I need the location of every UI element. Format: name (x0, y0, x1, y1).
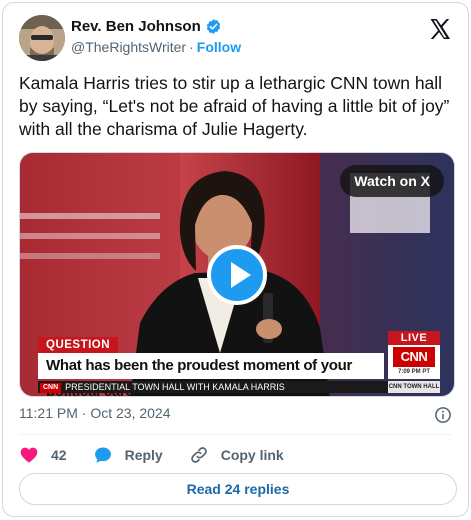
handle-separator: · (189, 39, 194, 55)
copy-link-label: Copy link (220, 447, 284, 463)
reply-button[interactable]: Reply (93, 445, 163, 465)
reply-bubble-icon (94, 447, 111, 463)
ticker-text: PRESIDENTIAL TOWN HALL WITH KAMALA HARRI… (65, 382, 285, 392)
play-icon[interactable] (207, 245, 267, 305)
x-logo-icon[interactable] (428, 17, 452, 41)
tweet-header: Rev. Ben Johnson @TheRightsWriter · Foll… (19, 15, 454, 63)
tweet-card: Rev. Ben Johnson @TheRightsWriter · Foll… (2, 2, 469, 517)
broadcast-time: 7:09 PM PT (397, 369, 430, 375)
author-name[interactable]: Rev. Ben Johnson (71, 18, 201, 35)
link-icon (190, 447, 207, 463)
divider (19, 434, 452, 435)
action-bar: 42 Reply Copy link (19, 443, 310, 467)
live-badge: LIVE (388, 331, 440, 345)
verified-badge-icon (206, 19, 220, 34)
reply-label: Reply (124, 447, 163, 463)
author-name-row: Rev. Ben Johnson (71, 18, 222, 35)
like-button[interactable]: 42 (19, 445, 67, 465)
author-handle-row: @TheRightsWriter · Follow (71, 39, 241, 55)
follow-button[interactable]: Follow (197, 39, 241, 55)
avatar[interactable] (19, 15, 65, 61)
news-lower-third: QUESTION What has been the proudest mome… (20, 331, 454, 396)
cnn-logo: CNN (393, 347, 435, 367)
read-replies-button[interactable]: Read 24 replies (19, 473, 457, 505)
question-caption: What has been the proudest moment of you… (38, 353, 384, 396)
question-tag: QUESTION (38, 337, 119, 353)
heart-icon (20, 447, 38, 463)
author-handle[interactable]: @TheRightsWriter (71, 39, 186, 55)
like-count: 42 (51, 447, 67, 463)
video-player[interactable]: Watch on X QUESTION What has been the pr… (19, 152, 455, 397)
news-ticker: CNN PRESIDENTIAL TOWN HALL WITH KAMALA HA… (38, 381, 440, 393)
info-icon[interactable] (434, 406, 452, 424)
ticker-right-label: CNN TOWN HALL (388, 381, 440, 393)
copy-link-button[interactable]: Copy link (189, 445, 284, 465)
network-logo-box: CNN 7:09 PM PT (388, 345, 440, 379)
tweet-text: Kamala Harris tries to stir up a letharg… (19, 73, 450, 139)
tweet-timestamp[interactable]: 11:21 PM · Oct 23, 2024 (19, 405, 171, 421)
watch-on-x-button[interactable]: Watch on X (340, 165, 444, 197)
ticker-cnn-logo: CNN (40, 383, 62, 393)
